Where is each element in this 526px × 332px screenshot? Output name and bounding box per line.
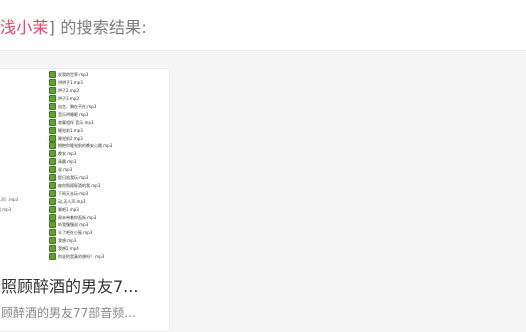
file-name: 哄子3.mp3 [58,96,79,102]
search-keyword: 浅小茉 [0,18,49,37]
file-list-item: 听我慢慢说.mp3 [49,221,88,229]
result-description: 顾醉酒的男友77部音频... [1,306,136,320]
file-name: 你说的是真的想吗？.mp3 [58,254,105,260]
result-title[interactable]: 照顾醉酒的男友7... [1,273,165,297]
file-list-item: 假日陪我玩.mp3 [49,174,88,182]
file-list-item: 自言、胸在不在.mp3 [49,102,97,111]
file-list-item: 寂寞相伴 音乐.mp3 [49,118,94,126]
file-name: 我想2.mp4 [58,246,79,252]
audio-file-icon [49,126,56,134]
file-list-item: 清晨.mp3 [49,158,76,166]
file-list-item: 哄哄子1.mp3 [49,79,83,87]
file-list-item: 半了吧在小屋.mp3 [49,229,92,237]
file-name: 听我慢慢说.mp3 [58,222,89,228]
result-card[interactable]: r睡醒在耳边小声.mp3人声) .mp3间.mp3 说我的世界.mp3哄哄子1.… [0,68,170,332]
audio-file-icon [49,205,56,213]
left-column-fragment: 人声) .mp3 [0,197,19,202]
audio-file-icon [49,229,56,237]
file-name: 周末带着你逛街.mp3 [58,214,97,220]
file-list-item: 拥抱你睡觉前的晚安心跳.mp3 [49,142,112,150]
audio-file-icon [49,95,56,103]
file-list-item: 音乐哄睡眠.mp3 [49,110,89,119]
file-name: 假日陪我玩.mp3 [58,175,89,181]
audio-file-icon [49,166,56,174]
audio-file-icon [49,118,56,126]
file-name: 下雨天去玩.mp3 [58,190,89,196]
audio-file-icon [49,158,56,166]
file-list-item: 说.mp3 [49,166,72,174]
file-list-item: 睡觉前2.mp3 [49,134,83,142]
file-list-item: 晚安.mp3 [49,150,76,158]
audio-file-icon [49,253,56,261]
file-name: 说我的世界.mp3 [58,72,89,78]
file-list-item: 我想.mp3 [49,237,76,245]
audio-file-icon [49,87,56,95]
file-name: 音乐哄睡眠.mp3 [58,111,89,117]
audio-file-icon [49,181,56,189]
search-result-heading: 浅小茉] 的搜索结果: [0,14,147,38]
file-list-item: 动,无人声.mp3 [49,197,86,205]
audio-file-icon [49,150,56,158]
audio-file-icon [49,102,56,110]
file-name: 拥抱你睡觉前的晚安心跳.mp3 [58,143,113,149]
audio-file-icon [49,71,56,79]
file-list-item: 下雨天去玩.mp3 [49,189,89,198]
search-heading-suffix: ] 的搜索结果: [48,18,147,37]
file-list-item: 周末带着你逛街.mp3 [49,213,96,221]
file-name: 自言、胸在不在.mp3 [58,103,97,109]
file-name: 哄哄子1.mp3 [58,80,83,86]
audio-file-icon [49,79,56,87]
audio-file-icon [49,189,56,197]
file-name: 聊吧1.mp3 [58,206,79,212]
file-list-item: 聊吧1.mp3 [49,205,79,213]
file-list-item: 你说的是真的想吗？.mp3 [49,253,104,261]
file-list-item: 哄子3.mp3 [49,95,79,103]
file-name: 晚安.mp3 [58,151,77,157]
audio-file-icon [49,213,56,221]
file-name: 寂寞相伴 音乐.mp3 [58,119,94,125]
file-name: 半了吧在小屋.mp3 [58,230,93,236]
file-list-item: 说我的世界.mp3 [49,71,88,79]
file-list-item: 哄子2.mp3 [49,87,79,95]
audio-file-icon [49,197,56,205]
file-name: 睡觉前1.mp3 [58,127,83,133]
search-header: 浅小茉] 的搜索结果: [0,0,526,51]
file-name: 我想.mp3 [58,238,77,244]
audio-file-icon [49,221,56,229]
file-name: 哄子2.mp3 [58,88,79,94]
result-thumbnail[interactable]: r睡醒在耳边小声.mp3人声) .mp3间.mp3 说我的世界.mp3哄哄子1.… [0,69,169,269]
audio-file-icon [49,174,56,182]
file-name: 清晨.mp3 [58,159,77,165]
file-name: 说.mp3 [58,167,73,173]
file-list-item: 被你照顾醉酒的我.mp3 [49,181,101,190]
audio-file-icon [49,142,56,150]
file-name: 睡觉前2.mp3 [58,135,83,141]
audio-file-icon [49,245,56,253]
file-name: 动,无人声.mp3 [58,198,86,204]
file-name: 被你照顾醉酒的我.mp3 [58,182,101,188]
audio-file-icon [49,134,56,142]
audio-file-icon [49,237,56,245]
left-column-fragment: 间.mp3 [0,207,12,212]
audio-file-icon [49,110,56,118]
file-list-item: 我想2.mp4 [49,245,79,253]
file-list-item: 睡觉前1.mp3 [49,126,83,134]
